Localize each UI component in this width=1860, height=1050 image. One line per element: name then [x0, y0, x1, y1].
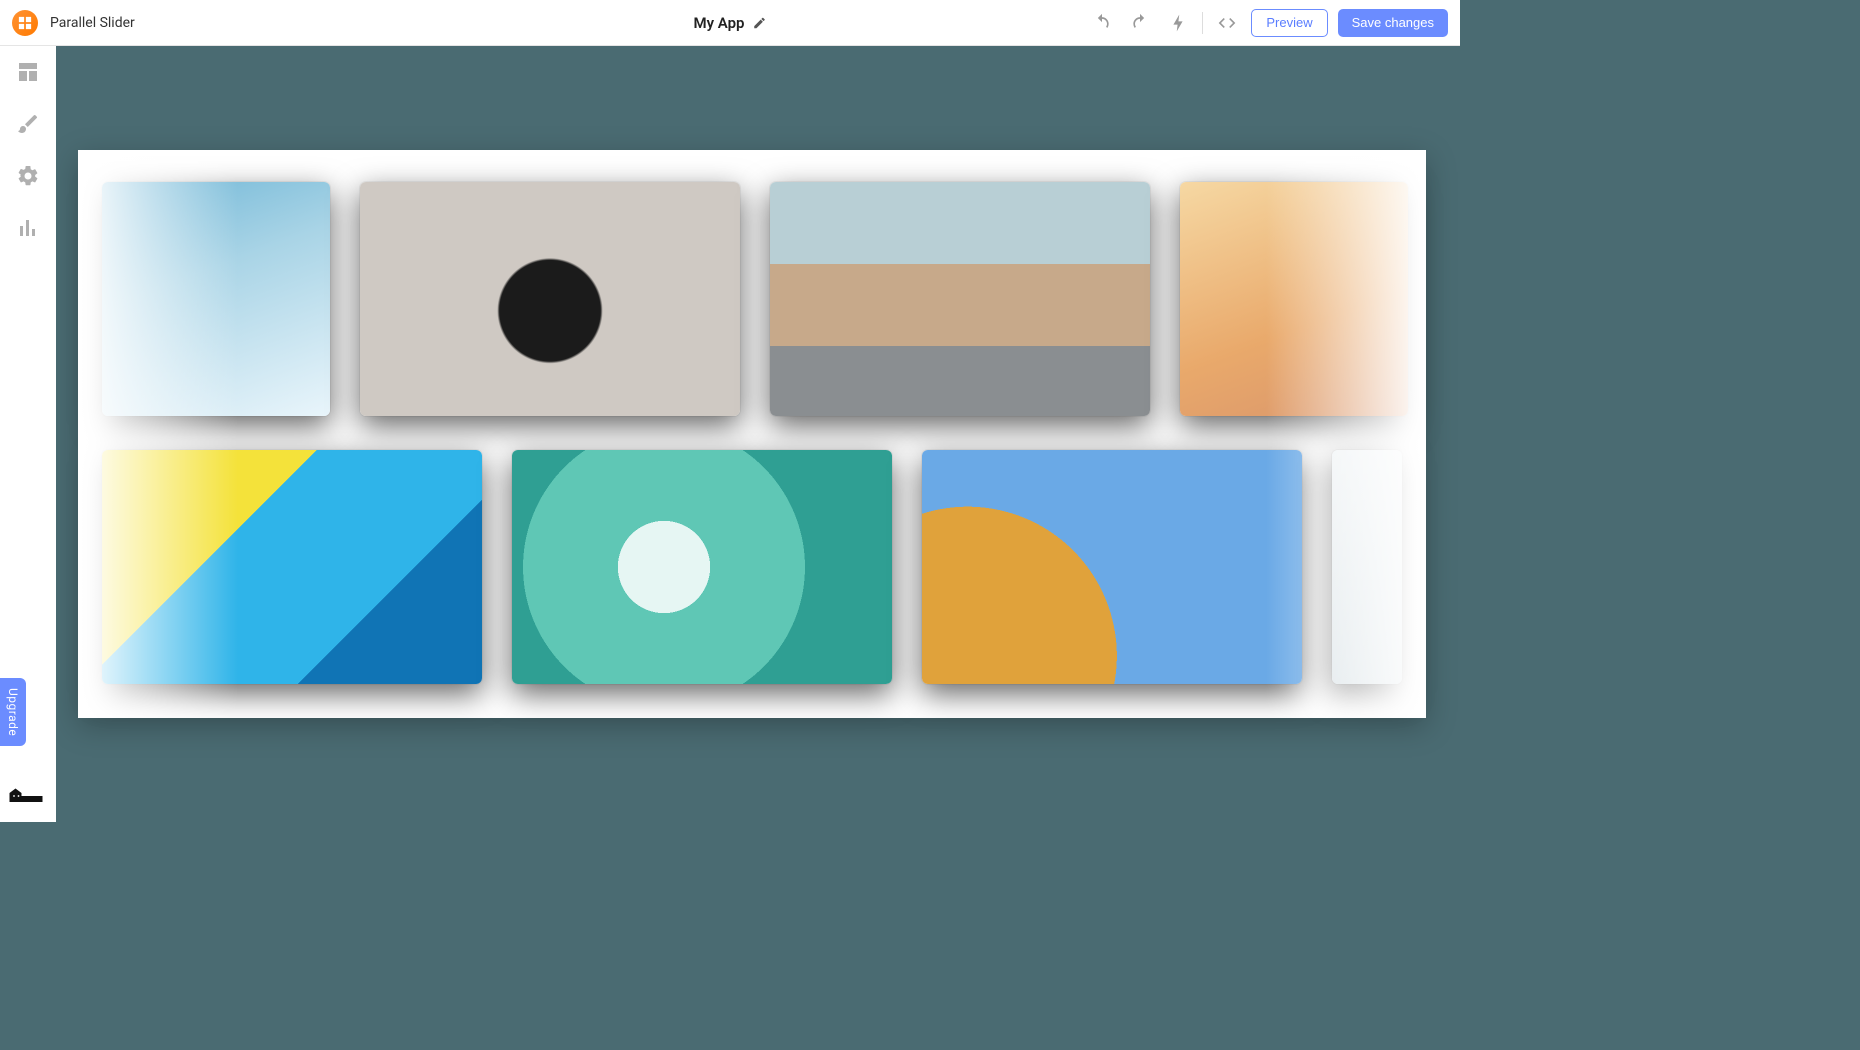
slider-row-1: [78, 182, 1426, 416]
build-button[interactable]: [1164, 9, 1192, 37]
layout-icon[interactable]: [16, 60, 40, 84]
slide-swing[interactable]: [102, 182, 330, 416]
code-button[interactable]: [1213, 9, 1241, 37]
slide-holi[interactable]: [102, 450, 482, 684]
preview-button[interactable]: Preview: [1251, 9, 1327, 37]
canvas[interactable]: [56, 46, 1460, 822]
slide-car[interactable]: [770, 182, 1150, 416]
slide-surf[interactable]: [512, 450, 892, 684]
slider-row-2: [78, 450, 1426, 684]
slide-carousel[interactable]: [922, 450, 1302, 684]
app-name: My App: [693, 14, 744, 32]
undo-button[interactable]: [1088, 9, 1116, 37]
slide-beach[interactable]: [1332, 450, 1402, 684]
parallel-slider-widget[interactable]: [78, 150, 1426, 718]
edit-icon: [753, 16, 767, 30]
upgrade-tab[interactable]: Upgrade: [0, 678, 26, 746]
slide-dog[interactable]: [360, 182, 740, 416]
redo-button[interactable]: [1126, 9, 1154, 37]
divider: [1202, 12, 1203, 34]
slide-friends[interactable]: [1180, 182, 1408, 416]
save-button[interactable]: Save changes: [1338, 9, 1448, 37]
analytics-icon[interactable]: [16, 216, 40, 240]
mascot-icon[interactable]: [8, 782, 44, 804]
design-icon[interactable]: [16, 112, 40, 136]
app-name-container[interactable]: My App: [693, 14, 766, 32]
settings-icon[interactable]: [16, 164, 40, 188]
app-logo[interactable]: [12, 10, 38, 36]
page-title: Parallel Slider: [50, 15, 135, 31]
topbar: Parallel Slider My App Preview Save chan…: [0, 0, 1460, 46]
grid-icon: [18, 16, 32, 30]
topbar-actions: Preview Save changes: [1088, 9, 1448, 37]
